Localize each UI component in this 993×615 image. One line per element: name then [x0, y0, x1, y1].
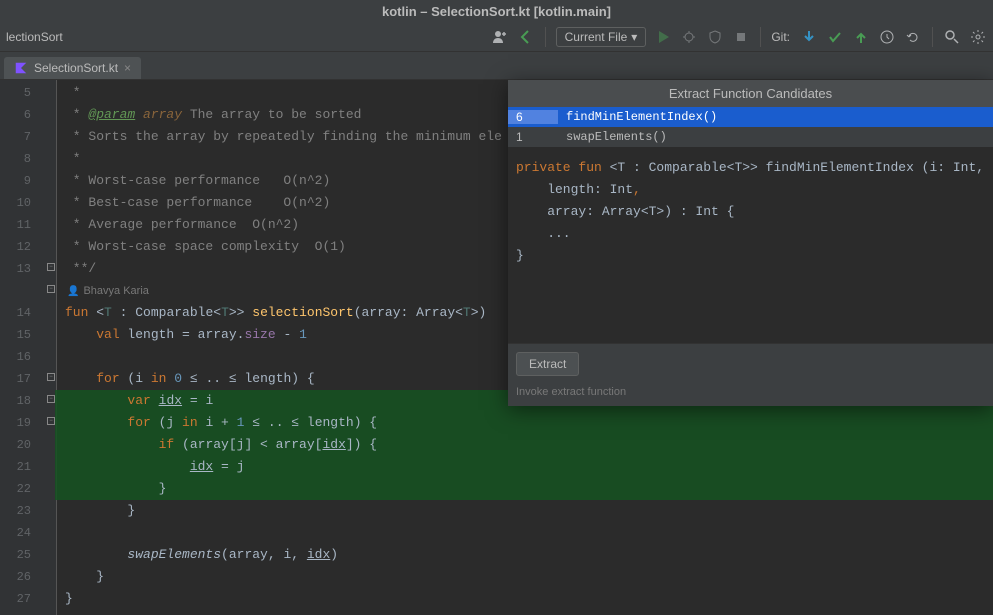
debug-icon[interactable] [680, 28, 698, 46]
back-arrow-icon[interactable] [517, 28, 535, 46]
person-icon: 👤 [67, 286, 79, 297]
git-pull-icon[interactable] [800, 28, 818, 46]
git-commit-icon[interactable] [826, 28, 844, 46]
coverage-icon[interactable] [706, 28, 724, 46]
search-icon[interactable] [943, 28, 961, 46]
extract-function-popup: Extract Function Candidates 6 findMinEle… [508, 80, 993, 406]
fold-gutter: − − − − − [45, 80, 57, 615]
line-number-gutter: 5 6 7 8 9 10 11 12 13 14 15 16 17 18 19 … [0, 80, 45, 615]
candidate-row[interactable]: 6 findMinElementIndex() [508, 107, 993, 127]
main-toolbar: lectionSort Current File ▾ Git: [0, 22, 993, 52]
extract-button[interactable]: Extract [516, 352, 579, 376]
fold-marker-icon[interactable]: − [47, 395, 55, 403]
tab-label: SelectionSort.kt [34, 61, 118, 75]
git-label: Git: [771, 30, 790, 44]
fold-marker-icon[interactable]: − [47, 263, 55, 271]
fold-marker-icon[interactable]: − [47, 285, 55, 293]
rollback-icon[interactable] [904, 28, 922, 46]
kotlin-file-icon [14, 61, 28, 75]
close-icon[interactable]: × [124, 61, 131, 75]
add-user-icon[interactable] [491, 28, 509, 46]
stop-icon[interactable] [732, 28, 750, 46]
editor-tabbar: SelectionSort.kt × [0, 52, 993, 80]
candidate-row[interactable]: 1 swapElements() [508, 127, 993, 147]
popup-title: Extract Function Candidates [508, 80, 993, 107]
run-config-selector[interactable]: Current File ▾ [556, 27, 647, 47]
code-preview: private fun <T : Comparable<T>> findMinE… [508, 147, 993, 343]
history-icon[interactable] [878, 28, 896, 46]
fold-marker-icon[interactable]: − [47, 417, 55, 425]
popup-hint: Invoke extract function [508, 384, 993, 406]
fold-marker-icon[interactable]: − [47, 373, 55, 381]
git-push-icon[interactable] [852, 28, 870, 46]
breadcrumb: lectionSort [6, 30, 63, 44]
settings-icon[interactable] [969, 28, 987, 46]
run-icon[interactable] [654, 28, 672, 46]
editor-tab[interactable]: SelectionSort.kt × [4, 57, 141, 79]
window-titlebar: kotlin – SelectionSort.kt [kotlin.main] [0, 0, 993, 22]
chevron-down-icon: ▾ [631, 30, 637, 44]
